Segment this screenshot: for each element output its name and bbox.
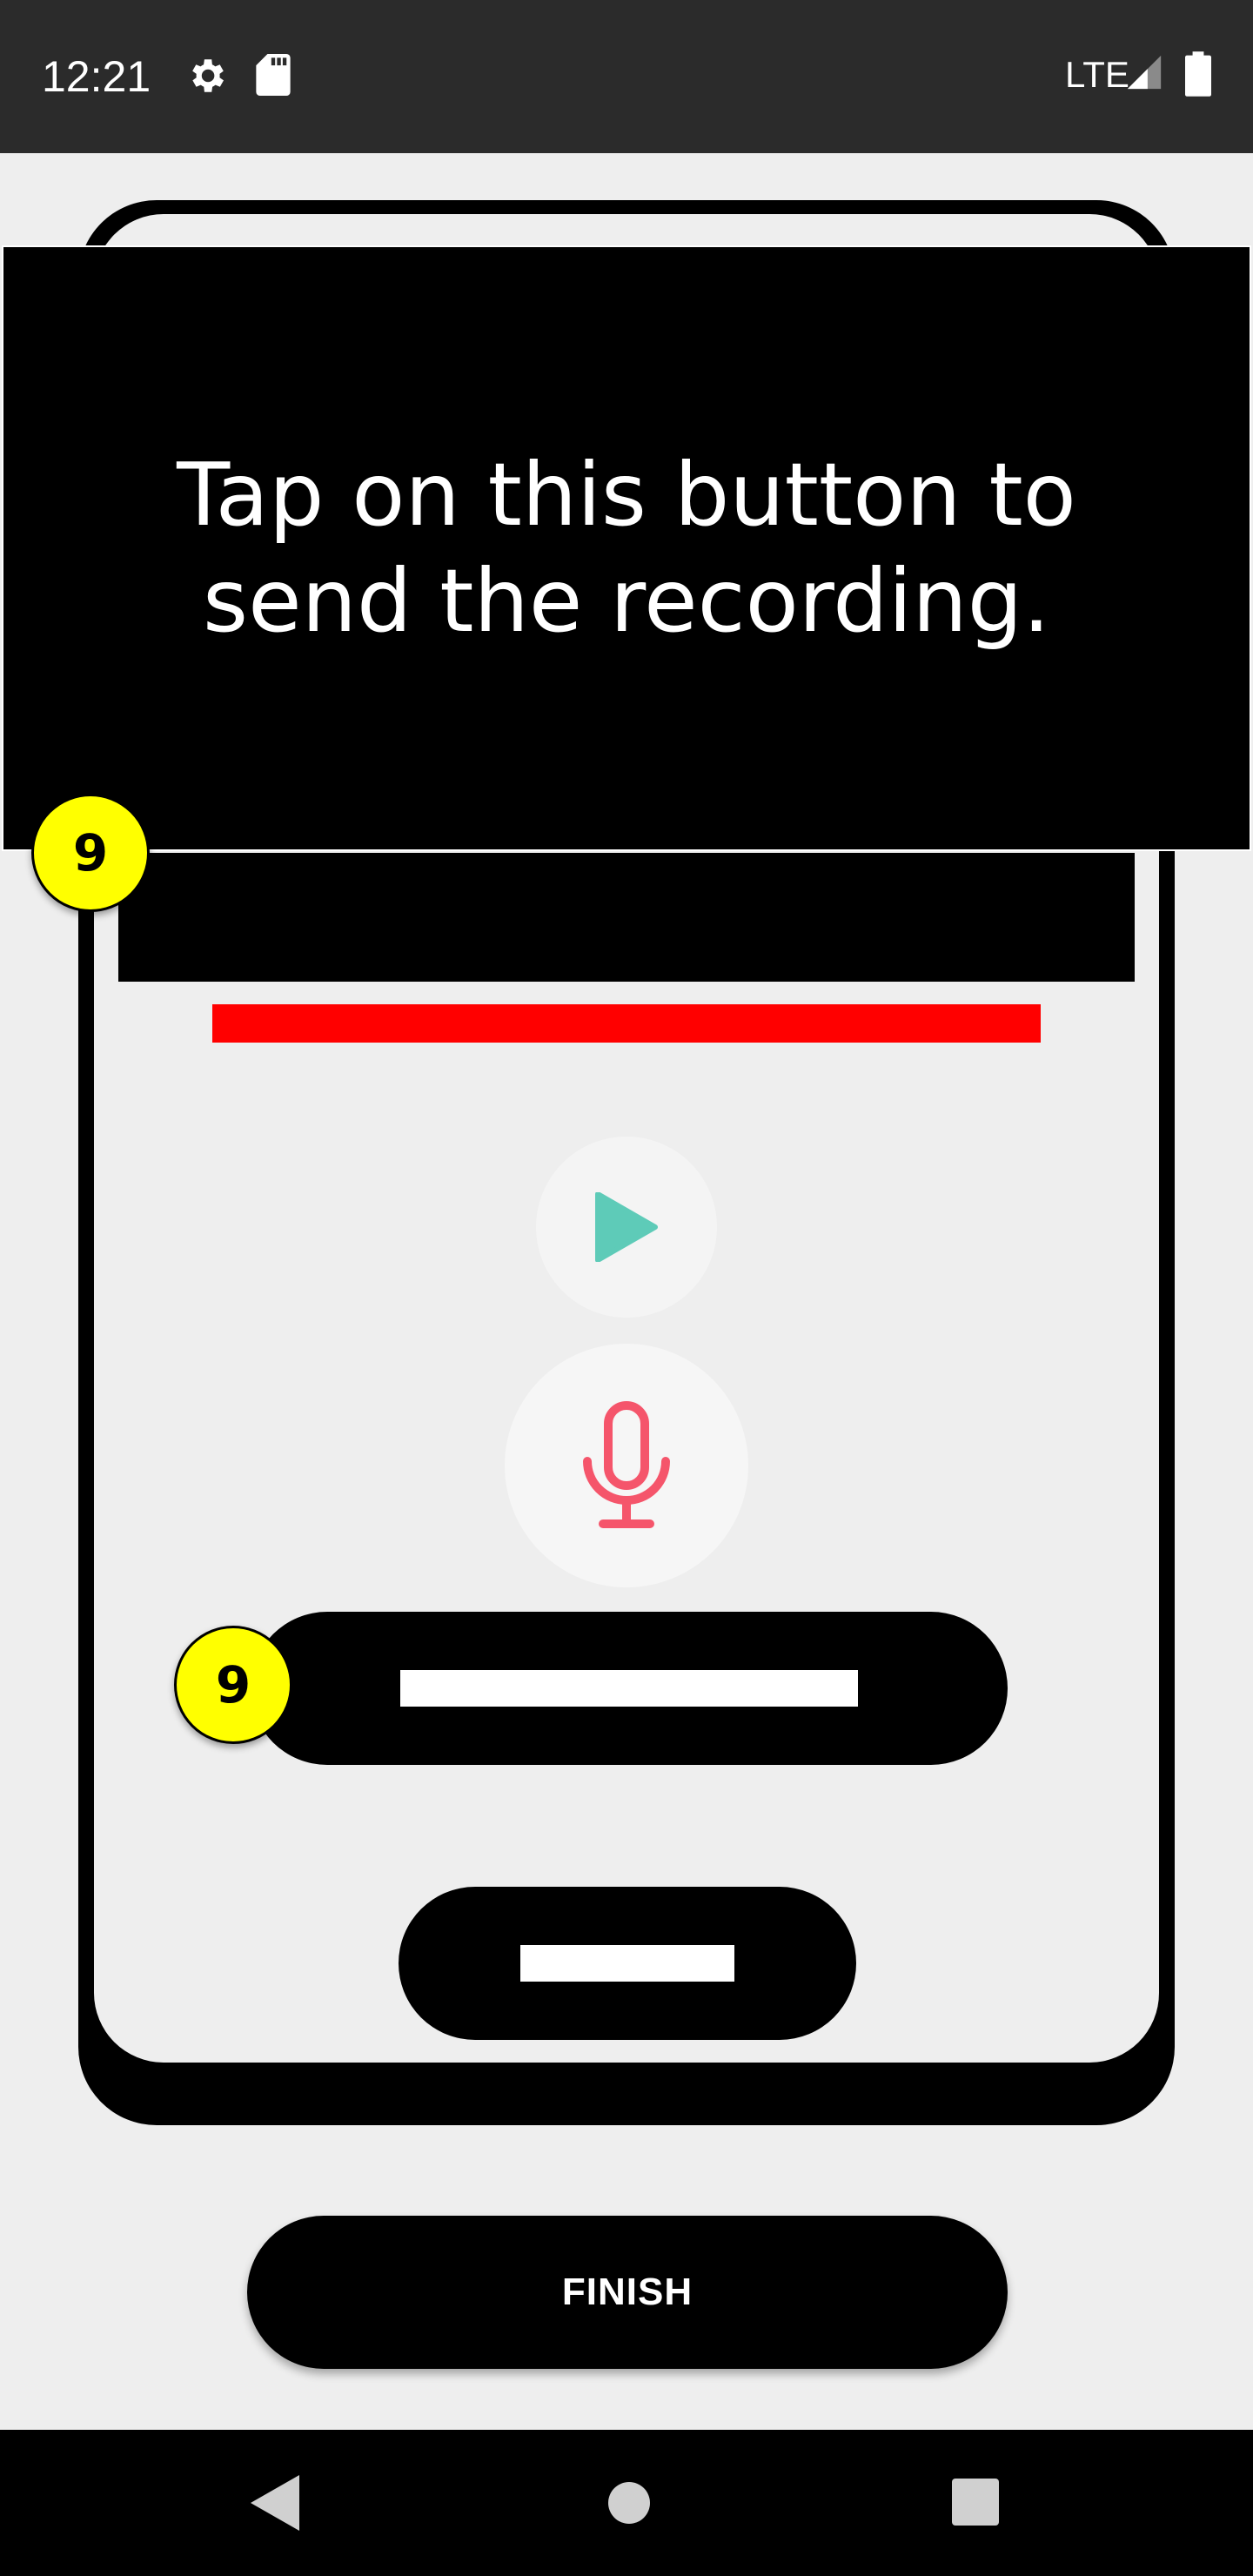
battery-icon	[1185, 50, 1211, 102]
microphone-icon	[583, 1401, 670, 1528]
back-icon[interactable]	[247, 2472, 303, 2539]
tooltip-text: Tap on this button to send the recording…	[177, 444, 1076, 652]
status-time: 12:21	[42, 52, 151, 101]
network-type-label: LTE	[1065, 54, 1129, 95]
signal-icon	[1124, 52, 1164, 97]
play-icon	[595, 1192, 658, 1262]
tutorial-tooltip: Tap on this button to send the recording…	[2, 245, 1251, 851]
redacted-header-block	[118, 853, 1135, 982]
record-button[interactable]	[505, 1344, 748, 1587]
navigation-bar	[0, 2430, 1253, 2576]
gear-icon	[184, 54, 228, 102]
step-badge: 9	[174, 1626, 292, 1744]
finish-button[interactable]: FINISH	[247, 2216, 1008, 2369]
progress-bar	[212, 1004, 1041, 1043]
sd-card-icon	[254, 54, 292, 100]
secondary-button[interactable]	[399, 1887, 856, 2040]
redacted-button-label	[520, 1945, 734, 1982]
status-bar: 12:21 LTE	[0, 0, 1253, 153]
play-button[interactable]	[536, 1137, 717, 1318]
recents-icon[interactable]	[948, 2472, 1002, 2539]
step-badge: 9	[31, 794, 150, 912]
redacted-button-label	[400, 1670, 858, 1707]
send-recording-button[interactable]	[251, 1612, 1008, 1765]
home-icon[interactable]	[600, 2472, 658, 2539]
